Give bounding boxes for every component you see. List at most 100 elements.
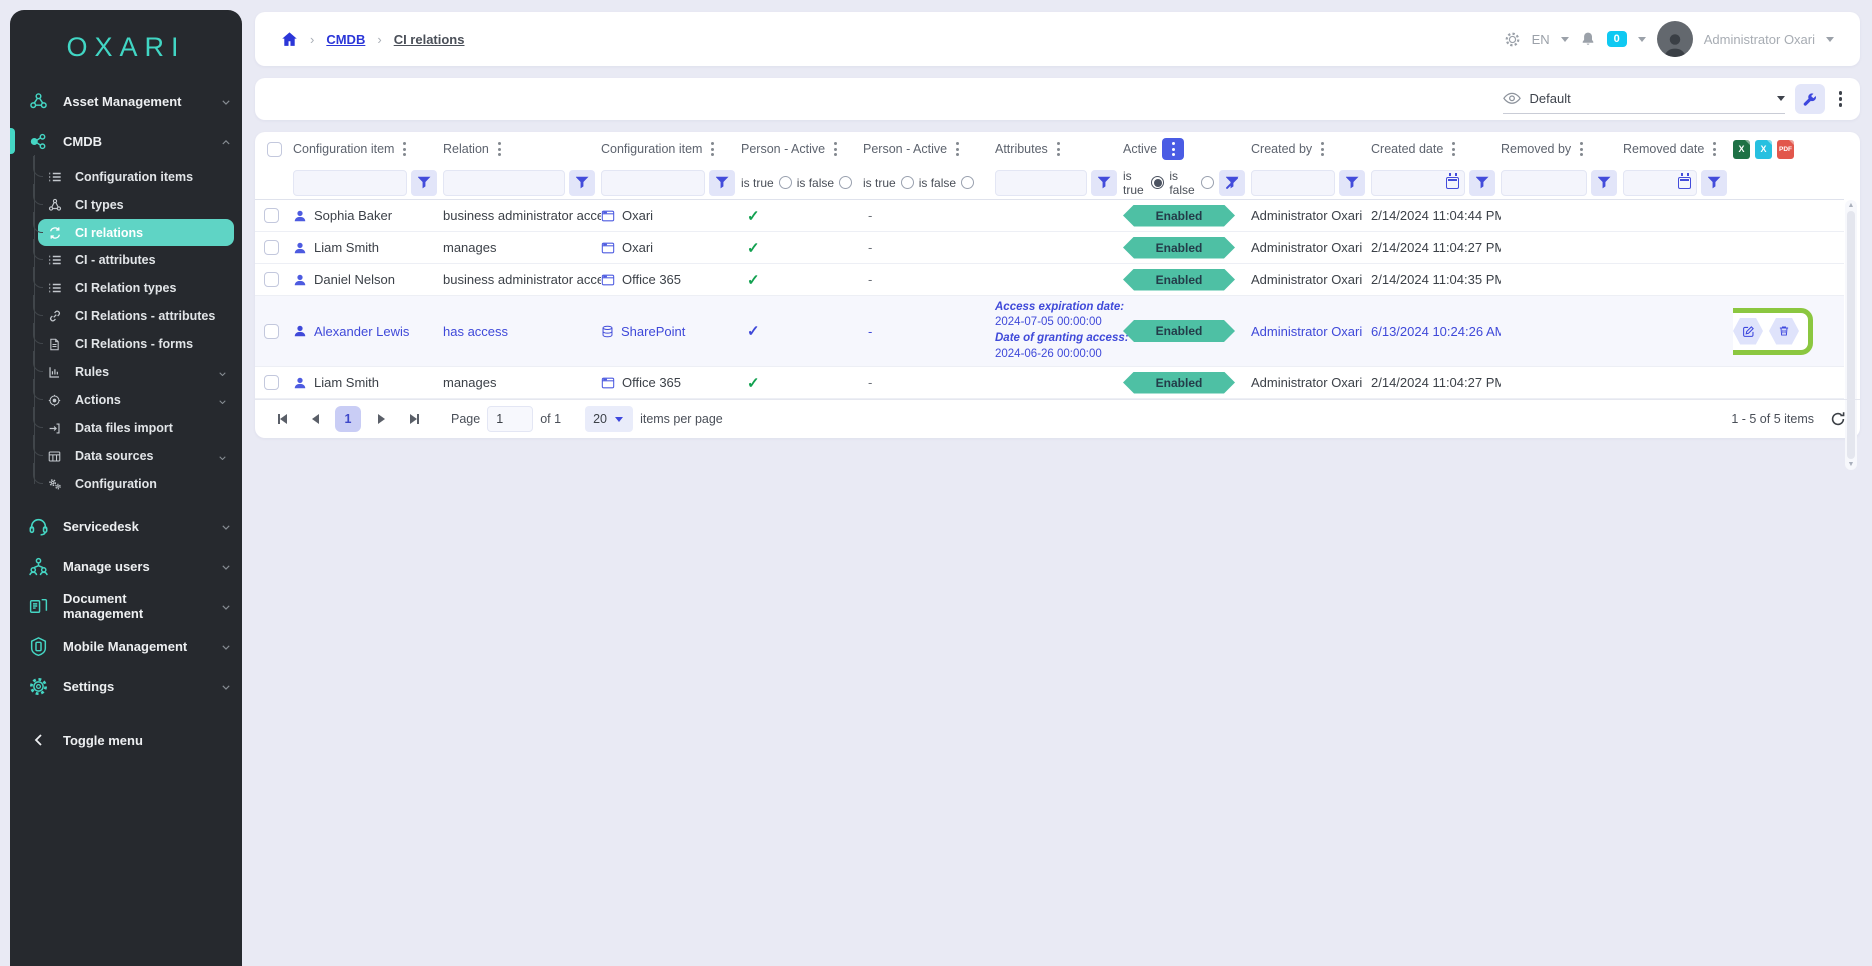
column-menu-button[interactable]	[1448, 138, 1459, 160]
scroll-up-icon[interactable]: ▲	[1848, 202, 1855, 209]
export-excel-icon[interactable]: X	[1733, 140, 1750, 159]
settings-gear-icon[interactable]	[1504, 31, 1521, 48]
sidebar-item-settings[interactable]: Settings	[10, 666, 242, 706]
column-menu-button[interactable]	[494, 138, 505, 160]
filter-input-created-by[interactable]	[1251, 170, 1335, 196]
sidebar-item-cmdb[interactable]: CMDB	[10, 121, 242, 161]
column-menu-button[interactable]	[1709, 138, 1720, 160]
previous-page-button[interactable]	[302, 406, 328, 432]
user-name[interactable]: Administrator Oxari	[1704, 32, 1815, 47]
row-checkbox[interactable]	[264, 240, 279, 255]
calendar-icon[interactable]	[1678, 177, 1691, 189]
customize-button[interactable]	[1795, 84, 1825, 114]
bell-icon[interactable]	[1580, 31, 1596, 47]
chevron-down-icon[interactable]	[1826, 37, 1834, 42]
sidebar-item-rules[interactable]: Rules	[38, 358, 234, 386]
delete-button[interactable]	[1769, 318, 1799, 345]
page-size-select[interactable]: 20	[585, 406, 633, 432]
sidebar-item-servicedesk[interactable]: Servicedesk	[10, 506, 242, 546]
column-menu-button[interactable]	[1576, 138, 1587, 160]
row-checkbox[interactable]	[264, 324, 279, 339]
items-range-label: 1 - 5 of 5 items	[1731, 412, 1814, 426]
status-badge: Enabled	[1123, 237, 1235, 259]
page-input[interactable]	[487, 406, 533, 432]
radio-is-true-checked[interactable]	[1151, 176, 1164, 189]
funnel-icon	[576, 176, 589, 189]
column-menu-button[interactable]	[399, 138, 410, 160]
chevron-down-icon[interactable]	[1561, 37, 1569, 42]
sidebar-item-data-files-import[interactable]: Data files import	[38, 414, 234, 442]
filter-input-removed-by[interactable]	[1501, 170, 1587, 196]
export-pdf-icon[interactable]: PDF	[1777, 140, 1794, 159]
language-selector[interactable]: EN	[1532, 32, 1550, 47]
column-menu-button[interactable]	[707, 138, 718, 160]
filter-funnel-button[interactable]	[1591, 170, 1617, 196]
sidebar-item-ci-relation-types[interactable]: CI Relation types	[38, 274, 234, 302]
edit-button[interactable]	[1733, 318, 1763, 345]
toggle-menu-button[interactable]: Toggle menu	[10, 720, 242, 760]
table-row[interactable]: Liam Smith manages Oxari ✓ - Enabled Adm…	[255, 232, 1844, 264]
first-page-button[interactable]	[269, 406, 295, 432]
avatar[interactable]	[1657, 21, 1693, 57]
table-row[interactable]: Daniel Nelson business administrator acc…	[255, 264, 1844, 296]
column-menu-button-active[interactable]	[1162, 138, 1184, 160]
sidebar-item-asset-management[interactable]: Asset Management	[10, 81, 242, 121]
sidebar-item-mobile-management[interactable]: Mobile Management	[10, 626, 242, 666]
next-page-button[interactable]	[368, 406, 394, 432]
radio-is-false[interactable]	[961, 176, 974, 189]
radio-is-false[interactable]	[1201, 176, 1214, 189]
filter-funnel-button[interactable]	[1339, 170, 1365, 196]
table-row[interactable]: Liam Smith manages Office 365 ✓ - Enable…	[255, 367, 1844, 399]
sidebar-item-document-management[interactable]: Document management	[10, 586, 242, 626]
column-header: Configuration item	[293, 142, 394, 156]
column-menu-button[interactable]	[1317, 138, 1328, 160]
filter-input-relation[interactable]	[443, 170, 565, 196]
row-checkbox[interactable]	[264, 375, 279, 390]
filter-funnel-button[interactable]	[1091, 170, 1117, 196]
filter-funnel-button[interactable]	[1701, 170, 1727, 196]
sidebar-item-ci-types[interactable]: CI types	[38, 191, 234, 219]
scroll-down-icon[interactable]: ▼	[1848, 461, 1855, 468]
column-menu-button[interactable]	[952, 138, 963, 160]
column-menu-button[interactable]	[830, 138, 841, 160]
filter-funnel-button[interactable]	[569, 170, 595, 196]
chart-icon	[48, 366, 64, 379]
view-selector[interactable]: Default	[1503, 84, 1785, 114]
sidebar-item-ci-relations-forms[interactable]: CI Relations - forms	[38, 330, 234, 358]
radio-is-false[interactable]	[839, 176, 852, 189]
calendar-icon[interactable]	[1446, 177, 1459, 189]
sidebar-item-configuration-items[interactable]: Configuration items	[38, 163, 234, 191]
radio-is-true[interactable]	[779, 176, 792, 189]
filter-input-config1[interactable]	[293, 170, 407, 196]
sidebar-item-configuration[interactable]: Configuration	[38, 470, 234, 498]
filter-input-attributes[interactable]	[995, 170, 1087, 196]
last-page-button[interactable]	[401, 406, 427, 432]
select-all-checkbox[interactable]	[267, 142, 282, 157]
filter-funnel-button[interactable]	[709, 170, 735, 196]
sidebar-item-ci-relations[interactable]: CI relations	[38, 219, 234, 246]
sidebar-item-ci-relations-attributes[interactable]: CI Relations - attributes	[38, 302, 234, 330]
filter-funnel-button[interactable]	[1469, 170, 1495, 196]
table-row-highlighted[interactable]: Alexander Lewis has access SharePoint ✓ …	[255, 296, 1844, 367]
radio-is-true[interactable]	[901, 176, 914, 189]
breadcrumb-separator: ›	[377, 32, 381, 47]
sidebar-item-ci-attributes[interactable]: CI - attributes	[38, 246, 234, 274]
home-icon[interactable]	[281, 31, 298, 48]
row-checkbox[interactable]	[264, 208, 279, 223]
table-row[interactable]: Sophia Baker business administrator acce…	[255, 200, 1844, 232]
breadcrumb-link-cmdb[interactable]: CMDB	[326, 32, 365, 47]
sidebar-item-data-sources[interactable]: Data sources	[38, 442, 234, 470]
toolbar-menu-button[interactable]	[1835, 87, 1847, 111]
filter-input-config2[interactable]	[601, 170, 705, 196]
refresh-button[interactable]	[1830, 411, 1846, 427]
sidebar-item-manage-users[interactable]: Manage users	[10, 546, 242, 586]
row-checkbox[interactable]	[264, 272, 279, 287]
funnel-icon	[1708, 176, 1721, 189]
page-number-button[interactable]: 1	[335, 406, 361, 432]
filter-funnel-button[interactable]	[411, 170, 437, 196]
export-csv-icon[interactable]: X	[1755, 140, 1772, 159]
clear-filter-button[interactable]	[1219, 170, 1245, 196]
sidebar-item-actions[interactable]: Actions	[38, 386, 234, 414]
chevron-down-icon[interactable]	[1638, 37, 1646, 42]
column-menu-button[interactable]	[1053, 138, 1064, 160]
